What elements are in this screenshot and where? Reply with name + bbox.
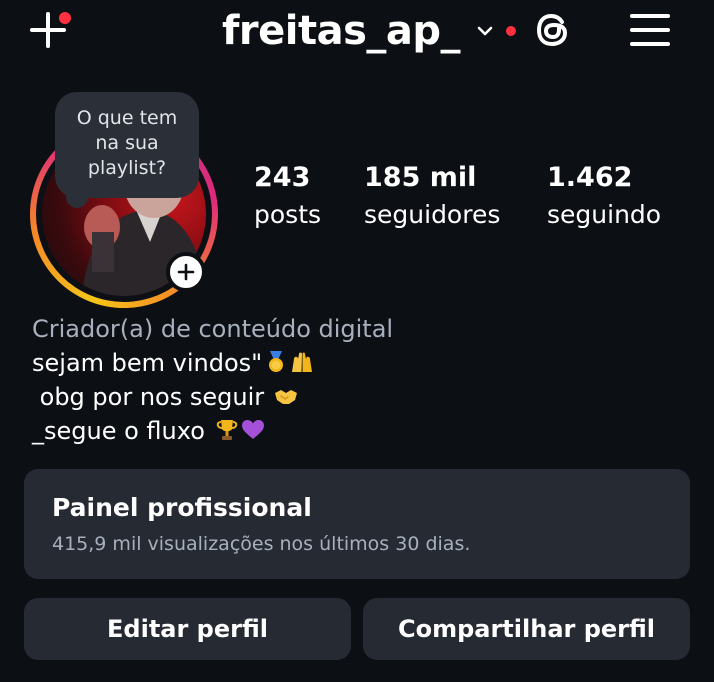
followers-label: seguidores	[364, 200, 501, 229]
bio-line: _segue o fluxo	[32, 414, 692, 448]
note-bubble[interactable]: O que tem na sua playlist?	[55, 92, 199, 198]
trophy-emoji	[216, 420, 237, 440]
posts-count: 243	[254, 162, 311, 193]
note-text: O que tem na sua playlist?	[76, 107, 178, 179]
followers-count: 185 mil	[364, 162, 477, 193]
handshake-emoji	[274, 390, 297, 404]
notification-dot	[59, 12, 71, 24]
posts-label: posts	[254, 200, 322, 229]
chevron-down-icon	[477, 26, 493, 36]
share-profile-button[interactable]: Compartilhar perfil	[363, 598, 690, 660]
menu-button[interactable]	[628, 8, 672, 52]
following-count: 1.462	[547, 162, 633, 193]
bio-line: sejam bem vindos"	[32, 346, 692, 380]
medal-emoji	[269, 351, 284, 372]
following-label: seguindo	[547, 200, 662, 229]
top-bar: freitas_ap_	[0, 0, 714, 70]
panel-subtitle: 415,9 mil visualizações nos últimos 30 d…	[52, 533, 471, 555]
plus-icon	[177, 263, 195, 281]
menu-icon	[630, 14, 670, 46]
threads-icon	[536, 13, 568, 47]
stat-posts[interactable]: 243 posts	[254, 160, 321, 234]
bio-line: obg por nos seguir	[32, 380, 692, 414]
add-story-button[interactable]	[166, 252, 206, 292]
stat-followers[interactable]: 185 mil seguidores	[364, 160, 500, 234]
raised-hands-emoji	[292, 352, 313, 372]
panel-title: Painel profissional	[52, 493, 312, 522]
purple-heart-emoji	[241, 420, 264, 439]
threads-button[interactable]	[532, 8, 576, 52]
bio-category: Criador(a) de conteúdo digital	[32, 315, 394, 343]
notification-dot	[506, 26, 517, 36]
professional-dashboard[interactable]: Painel profissional 415,9 mil visualizaç…	[24, 469, 690, 579]
edit-profile-button[interactable]: Editar perfil	[24, 598, 351, 660]
stat-following[interactable]: 1.462 seguindo	[547, 160, 661, 234]
account-switcher[interactable]: freitas_ap_	[222, 2, 517, 60]
username: freitas_ap_	[222, 8, 461, 54]
profile-bio: Criador(a) de conteúdo digital sejam bem…	[32, 312, 692, 448]
create-button[interactable]	[26, 8, 71, 52]
